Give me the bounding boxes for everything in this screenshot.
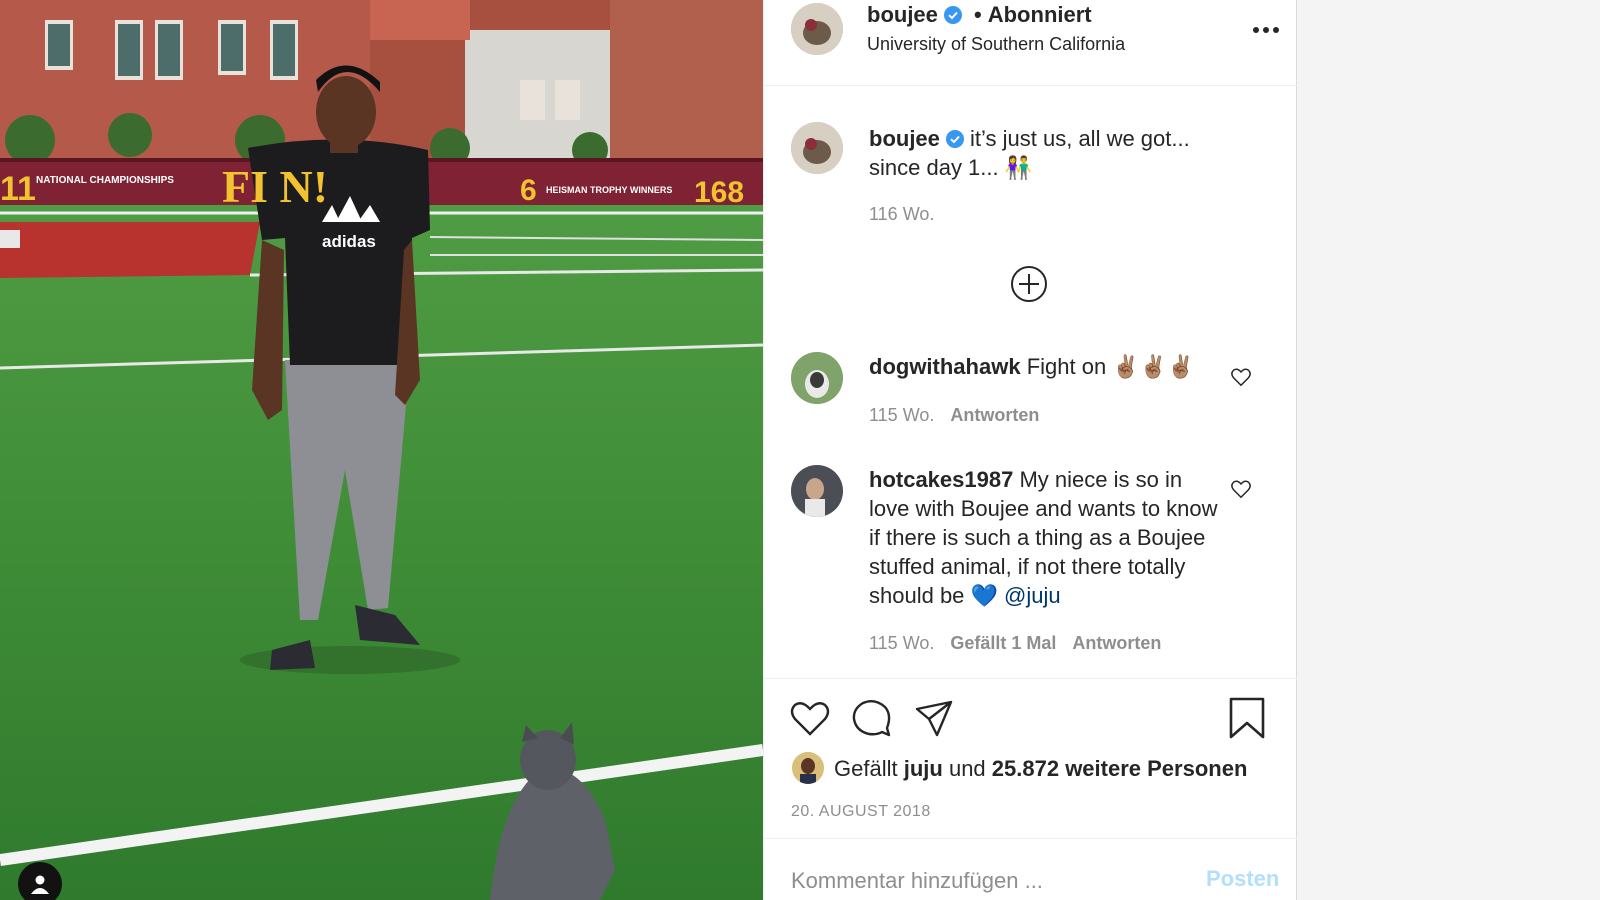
comment-avatar[interactable]	[791, 352, 843, 404]
header-line: boujee • Abonniert	[867, 2, 1092, 28]
comment-like-icon[interactable]	[1230, 366, 1252, 388]
banner-right-number: 168	[694, 176, 744, 209]
comment-item: hotcakes1987 My niece is so in love with…	[869, 465, 1219, 610]
header-separator: •	[974, 2, 982, 27]
comment-reply-button[interactable]: Antworten	[1072, 633, 1161, 653]
author-username[interactable]: boujee	[867, 2, 938, 27]
likes-middle: und	[948, 756, 986, 781]
page-background	[1297, 0, 1600, 900]
comment-mention[interactable]: @juju	[1004, 583, 1061, 608]
banner-heisman-caption: HEISMAN TROPHY WINNERS	[546, 185, 672, 195]
more-options-button[interactable]	[1249, 14, 1283, 44]
more-icon	[1253, 27, 1279, 33]
comment-time[interactable]: 115 Wo.	[869, 633, 934, 653]
post-date[interactable]: 20. AUGUST 2018	[791, 803, 931, 821]
caption-avatar-image	[791, 122, 843, 174]
comment-item: dogwithahawk Fight on ✌🏽✌🏽✌🏽	[869, 352, 1219, 381]
header-divider	[764, 85, 1298, 86]
comment-box-divider	[764, 838, 1298, 839]
banner-fight-on: FI N!	[222, 161, 328, 212]
liker-avatar-image	[792, 752, 824, 784]
comment-meta: 115 Wo. Gefällt 1 Mal Antworten	[869, 633, 1177, 654]
author-avatar-image	[791, 3, 843, 55]
likes-count[interactable]: 25.872 weitere Personen	[992, 756, 1248, 781]
comment-text: Fight on ✌🏽✌🏽✌🏽	[1026, 354, 1195, 379]
comment-username[interactable]: hotcakes1987	[869, 467, 1013, 492]
share-icon[interactable]	[913, 697, 955, 739]
user-tag-icon	[31, 875, 49, 894]
comment-likes[interactable]: Gefällt 1 Mal	[950, 633, 1056, 653]
tagged-users-button[interactable]	[18, 862, 62, 900]
likes-prefix: Gefällt	[834, 756, 898, 781]
follow-status[interactable]: Abonniert	[988, 2, 1092, 27]
post-panel: boujee • Abonniert University of Southern…	[763, 0, 1298, 900]
post-comment-button[interactable]: Posten	[1206, 866, 1279, 892]
post-caption: boujee it’s just us, all we got... since…	[869, 124, 1219, 182]
banner-championships-count: 11	[0, 170, 36, 208]
banner-championships-caption: NATIONAL CHAMPIONSHIPS	[36, 175, 174, 186]
comment-input[interactable]	[791, 868, 1181, 894]
load-more-comments-button[interactable]	[1009, 264, 1049, 304]
likes-summary: Gefällt juju und 25.872 weitere Personen	[834, 756, 1247, 782]
comment-avatar-image	[791, 465, 843, 517]
post-photo-scene: adidas 11 NATIONAL CHAMPIONSHIPS FI N! 6…	[0, 0, 763, 900]
post-location[interactable]: University of Southern California	[867, 34, 1125, 55]
comment-meta: 115 Wo. Antworten	[869, 405, 1055, 426]
likes-user[interactable]: juju	[904, 756, 943, 781]
caption-verified-icon	[945, 130, 964, 148]
post-photo[interactable]: adidas 11 NATIONAL CHAMPIONSHIPS FI N! 6…	[0, 0, 763, 900]
comment-like-icon[interactable]	[1230, 478, 1252, 500]
bookmark-icon[interactable]	[1226, 697, 1268, 739]
comment-time[interactable]: 115 Wo.	[869, 405, 934, 425]
comment-avatar[interactable]	[791, 465, 843, 517]
caption-username[interactable]: boujee	[869, 126, 940, 151]
verified-icon	[943, 6, 962, 24]
load-more-icon	[1011, 266, 1047, 302]
author-avatar[interactable]	[791, 3, 843, 55]
comment-avatar-image	[791, 352, 843, 404]
caption-avatar[interactable]	[791, 122, 843, 174]
caption-meta: 116 Wo.	[869, 204, 950, 225]
liker-avatar[interactable]	[792, 752, 824, 784]
shirt-brand: adidas	[322, 232, 376, 251]
banner-heisman-count: 6	[520, 174, 537, 207]
caption-time[interactable]: 116 Wo.	[869, 204, 934, 224]
comment-username[interactable]: dogwithahawk	[869, 354, 1021, 379]
comment-reply-button[interactable]: Antworten	[950, 405, 1039, 425]
comment-icon[interactable]	[851, 697, 893, 739]
actions-divider	[764, 678, 1298, 679]
heart-icon[interactable]	[789, 697, 831, 739]
